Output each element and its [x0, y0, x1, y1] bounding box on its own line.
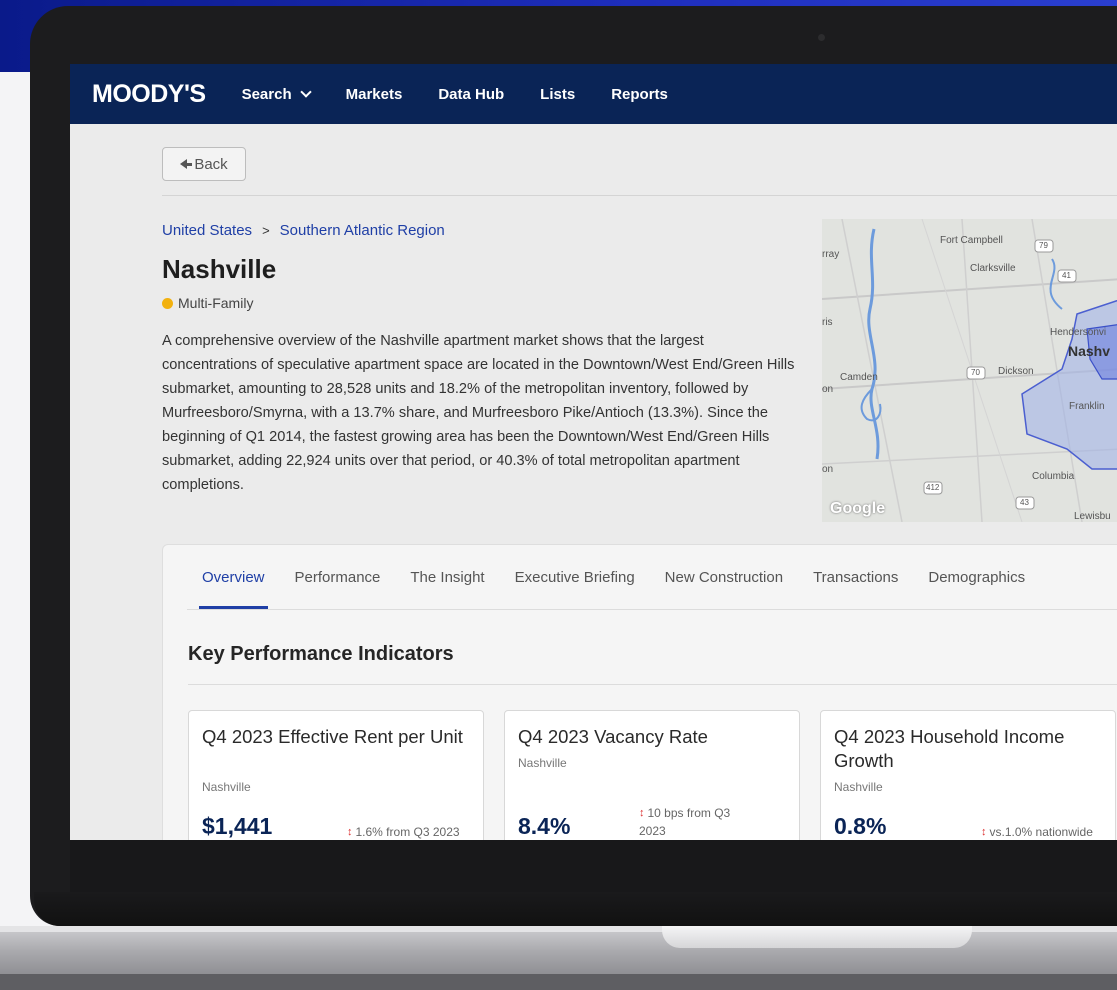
kpi-card-delta: ↕ 1.6% from Q3 2023 [347, 823, 460, 840]
arrow-down-icon: ↕ [981, 826, 987, 838]
map-label: on [822, 464, 834, 475]
nav-lists[interactable]: Lists [540, 86, 575, 103]
kpi-card-value: $1,441 [202, 813, 273, 839]
market-panel: Overview Performance The Insight Executi… [162, 544, 1117, 840]
tab-demographics[interactable]: Demographics [913, 545, 1040, 609]
map-label: Camden [840, 372, 878, 383]
map-label: Columbia [1032, 471, 1075, 482]
kpi-card-household-income[interactable]: Q4 2023 Household Income Growth Nashvill… [820, 710, 1116, 840]
arrow-down-icon: ↕ [347, 826, 353, 838]
kpi-card-location: Nashville [518, 756, 567, 770]
kpi-card-vacancy-rate[interactable]: Q4 2023 Vacancy Rate Nashville 8.4% ↕ 10… [504, 710, 800, 840]
divider [188, 684, 1117, 685]
kpi-section-title: Key Performance Indicators [188, 643, 454, 665]
kpi-card-location: Nashville [834, 780, 883, 794]
kpi-card-delta: ↕ 10 bps from Q3 2023 [639, 804, 730, 840]
laptop-lid-edge [34, 892, 1117, 926]
arrow-left-icon [180, 159, 193, 169]
map-label: Fort Campbell [940, 235, 1003, 246]
laptop-chin [70, 840, 1117, 892]
map-road-number: 43 [1020, 498, 1029, 507]
map-label: Hendersonvi [1050, 327, 1107, 338]
map-label: rray [822, 249, 840, 260]
map-label: Franklin [1069, 401, 1105, 412]
tab-overview[interactable]: Overview [187, 545, 280, 609]
chevron-down-icon [299, 86, 312, 98]
kpi-card-effective-rent[interactable]: Q4 2023 Effective Rent per Unit Nashvill… [188, 710, 484, 840]
page-title: Nashville [162, 254, 277, 284]
map-road-number: 70 [971, 368, 980, 377]
map-label: Clarksville [970, 263, 1016, 274]
kpi-card-title: Q4 2023 Vacancy Rate [518, 726, 708, 747]
market-map[interactable]: Fort Campbell Clarksville Hendersonvi Na… [822, 219, 1117, 522]
map-label: Nashv [1068, 343, 1111, 359]
tab-transactions[interactable]: Transactions [798, 545, 913, 609]
nav-data-hub[interactable]: Data Hub [438, 86, 504, 103]
breadcrumb: United States > Southern Atlantic Region [162, 222, 445, 239]
nav-search[interactable]: Search [241, 85, 312, 103]
nav-markets[interactable]: Markets [346, 86, 403, 103]
laptop-notch [662, 926, 972, 948]
kpi-card-delta-row: ↕ 10 bps from Q3 [639, 804, 730, 822]
tab-executive-briefing[interactable]: Executive Briefing [500, 545, 650, 609]
kpi-card-location: Nashville [202, 780, 251, 794]
map-label: ris [822, 317, 833, 328]
tab-divider [187, 609, 1117, 610]
kpi-card-title: Q4 2023 Effective Rent per Unit [202, 726, 463, 747]
kpi-card-title: Q4 2023 Household Income Growth [834, 726, 1065, 771]
kpi-card-value: 0.8% [834, 813, 887, 839]
nav-search-label: Search [241, 85, 292, 103]
back-label: Back [194, 155, 228, 173]
chevron-right-icon: > [262, 223, 270, 238]
property-type-tag: Multi-Family [162, 295, 253, 311]
laptop-base-shadow [0, 974, 1117, 990]
property-type-label: Multi-Family [178, 295, 254, 311]
back-button[interactable]: Back [162, 147, 246, 181]
status-dot-icon [162, 297, 173, 309]
map-road-number: 41 [1062, 271, 1071, 280]
tab-bar: Overview Performance The Insight Executi… [187, 545, 1040, 609]
tab-new-construction[interactable]: New Construction [650, 545, 798, 609]
map-road-number: 79 [1039, 241, 1048, 250]
laptop-screen: MOODY'S Search Markets Data Hub Lists Re… [70, 64, 1117, 840]
camera-icon [818, 34, 825, 41]
tab-performance[interactable]: Performance [280, 545, 396, 609]
nav-reports[interactable]: Reports [611, 86, 668, 103]
breadcrumb-southern-atlantic-region[interactable]: Southern Atlantic Region [280, 222, 445, 239]
breadcrumb-united-states[interactable]: United States [162, 222, 252, 239]
kpi-card-delta-text: 1.6% from Q3 2023 [355, 825, 460, 839]
kpi-card-delta: ↕ vs.1.0% nationwide [981, 823, 1093, 840]
divider [162, 195, 1117, 196]
arrow-down-icon: ↕ [639, 807, 645, 819]
map-label: Lewisbu [1074, 511, 1111, 522]
kpi-card-delta-text: 10 bps from Q3 [647, 806, 731, 820]
google-logo: Google [830, 500, 886, 517]
kpi-card-delta-text: vs.1.0% nationwide [989, 825, 1093, 839]
tab-the-insight[interactable]: The Insight [395, 545, 499, 609]
kpi-card-value: 8.4% [518, 813, 571, 839]
map-label: on [822, 384, 834, 395]
moodys-logo[interactable]: MOODY'S [92, 80, 206, 109]
map-label: Dickson [998, 366, 1034, 377]
market-description: A comprehensive overview of the Nashvill… [162, 333, 795, 493]
map-road-number: 412 [926, 483, 940, 492]
kpi-card-delta-text-2: 2023 [639, 824, 666, 838]
top-nav: MOODY'S Search Markets Data Hub Lists Re… [70, 64, 1117, 124]
